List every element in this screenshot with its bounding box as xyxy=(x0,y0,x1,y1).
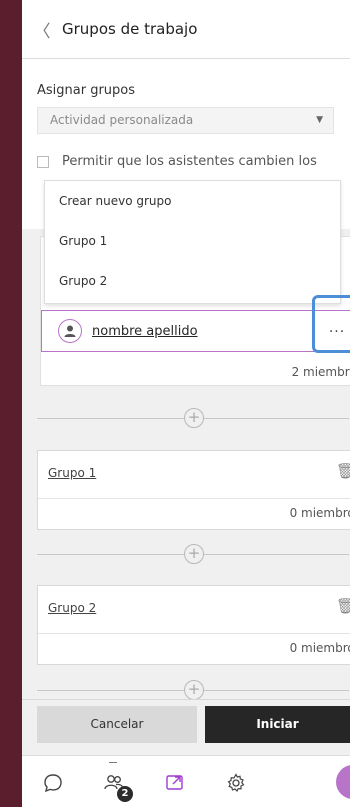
allow-switch-row[interactable]: Permitir que los asistentes cambien los xyxy=(37,154,317,169)
chat-icon xyxy=(43,773,62,792)
allow-switch-label: Permitir que los asistentes cambien los xyxy=(62,154,317,169)
group-name-2[interactable]: Grupo 2 xyxy=(48,601,96,615)
assign-groups-label: Asignar grupos xyxy=(37,83,136,98)
trash-icon[interactable]: 🗑 xyxy=(336,462,350,480)
group-1-members-count: 0 miembros xyxy=(289,506,350,520)
chevron-down-icon: ▼ xyxy=(316,115,323,125)
add-group-plus-icon[interactable]: + xyxy=(184,544,204,564)
back-button[interactable]: 〈 xyxy=(22,17,62,42)
allow-switch-checkbox[interactable] xyxy=(37,155,49,168)
student-row[interactable]: nombre apellido ··· xyxy=(41,310,350,352)
user-avatar-icon xyxy=(58,319,82,343)
bottom-tab-bar: 2 xyxy=(22,755,350,807)
profile-avatar[interactable] xyxy=(336,765,350,799)
add-group-divider: + xyxy=(37,544,349,564)
menu-item-group-2[interactable]: Grupo 2 xyxy=(45,261,340,301)
start-button[interactable]: Iniciar xyxy=(205,706,350,743)
group-card-1: Grupo 1 🗑 0 miembros xyxy=(37,450,350,530)
move-to-group-menu: Crear nuevo grupo Grupo 1 Grupo 2 xyxy=(44,180,341,304)
add-group-plus-icon[interactable]: + xyxy=(184,408,204,428)
group-name-1[interactable]: Grupo 1 xyxy=(48,466,96,480)
share-icon xyxy=(165,774,183,790)
tab-settings[interactable] xyxy=(205,756,266,807)
cancel-button[interactable]: Cancelar xyxy=(37,706,197,743)
add-group-plus-icon[interactable]: + xyxy=(184,680,204,700)
add-group-divider: + xyxy=(37,408,349,428)
card-separator xyxy=(38,498,350,499)
tab-chat[interactable] xyxy=(22,756,83,807)
menu-item-group-1[interactable]: Grupo 1 xyxy=(45,221,340,261)
add-group-divider: + xyxy=(37,680,349,700)
highlight-box xyxy=(312,295,350,353)
assign-groups-select[interactable]: Actividad personalizada ▼ xyxy=(37,107,334,134)
assign-groups-select-value: Actividad personalizada xyxy=(50,113,194,127)
gear-icon xyxy=(227,772,244,792)
panel-title: Grupos de trabajo xyxy=(62,20,198,38)
group-2-members-count: 0 miembros xyxy=(289,641,350,655)
unassigned-members-count: 2 miembros xyxy=(291,365,350,379)
menu-item-create-group[interactable]: Crear nuevo grupo xyxy=(45,181,340,221)
trash-icon[interactable]: 🗑 xyxy=(336,597,350,615)
breakout-groups-panel: 〈 Grupos de trabajo Asignar grupos Activ… xyxy=(22,0,350,807)
tab-attendees[interactable]: 2 xyxy=(83,756,144,807)
panel-footer: Cancelar Iniciar 2 xyxy=(22,699,350,807)
student-name[interactable]: nombre apellido xyxy=(92,324,198,339)
tab-dash xyxy=(109,762,117,763)
attendees-count-badge: 2 xyxy=(117,786,133,802)
group-card-2: Grupo 2 🗑 0 miembros xyxy=(37,585,350,665)
tab-share-content[interactable] xyxy=(144,756,205,807)
card-separator xyxy=(38,633,350,634)
panel-header: 〈 Grupos de trabajo xyxy=(22,0,350,59)
